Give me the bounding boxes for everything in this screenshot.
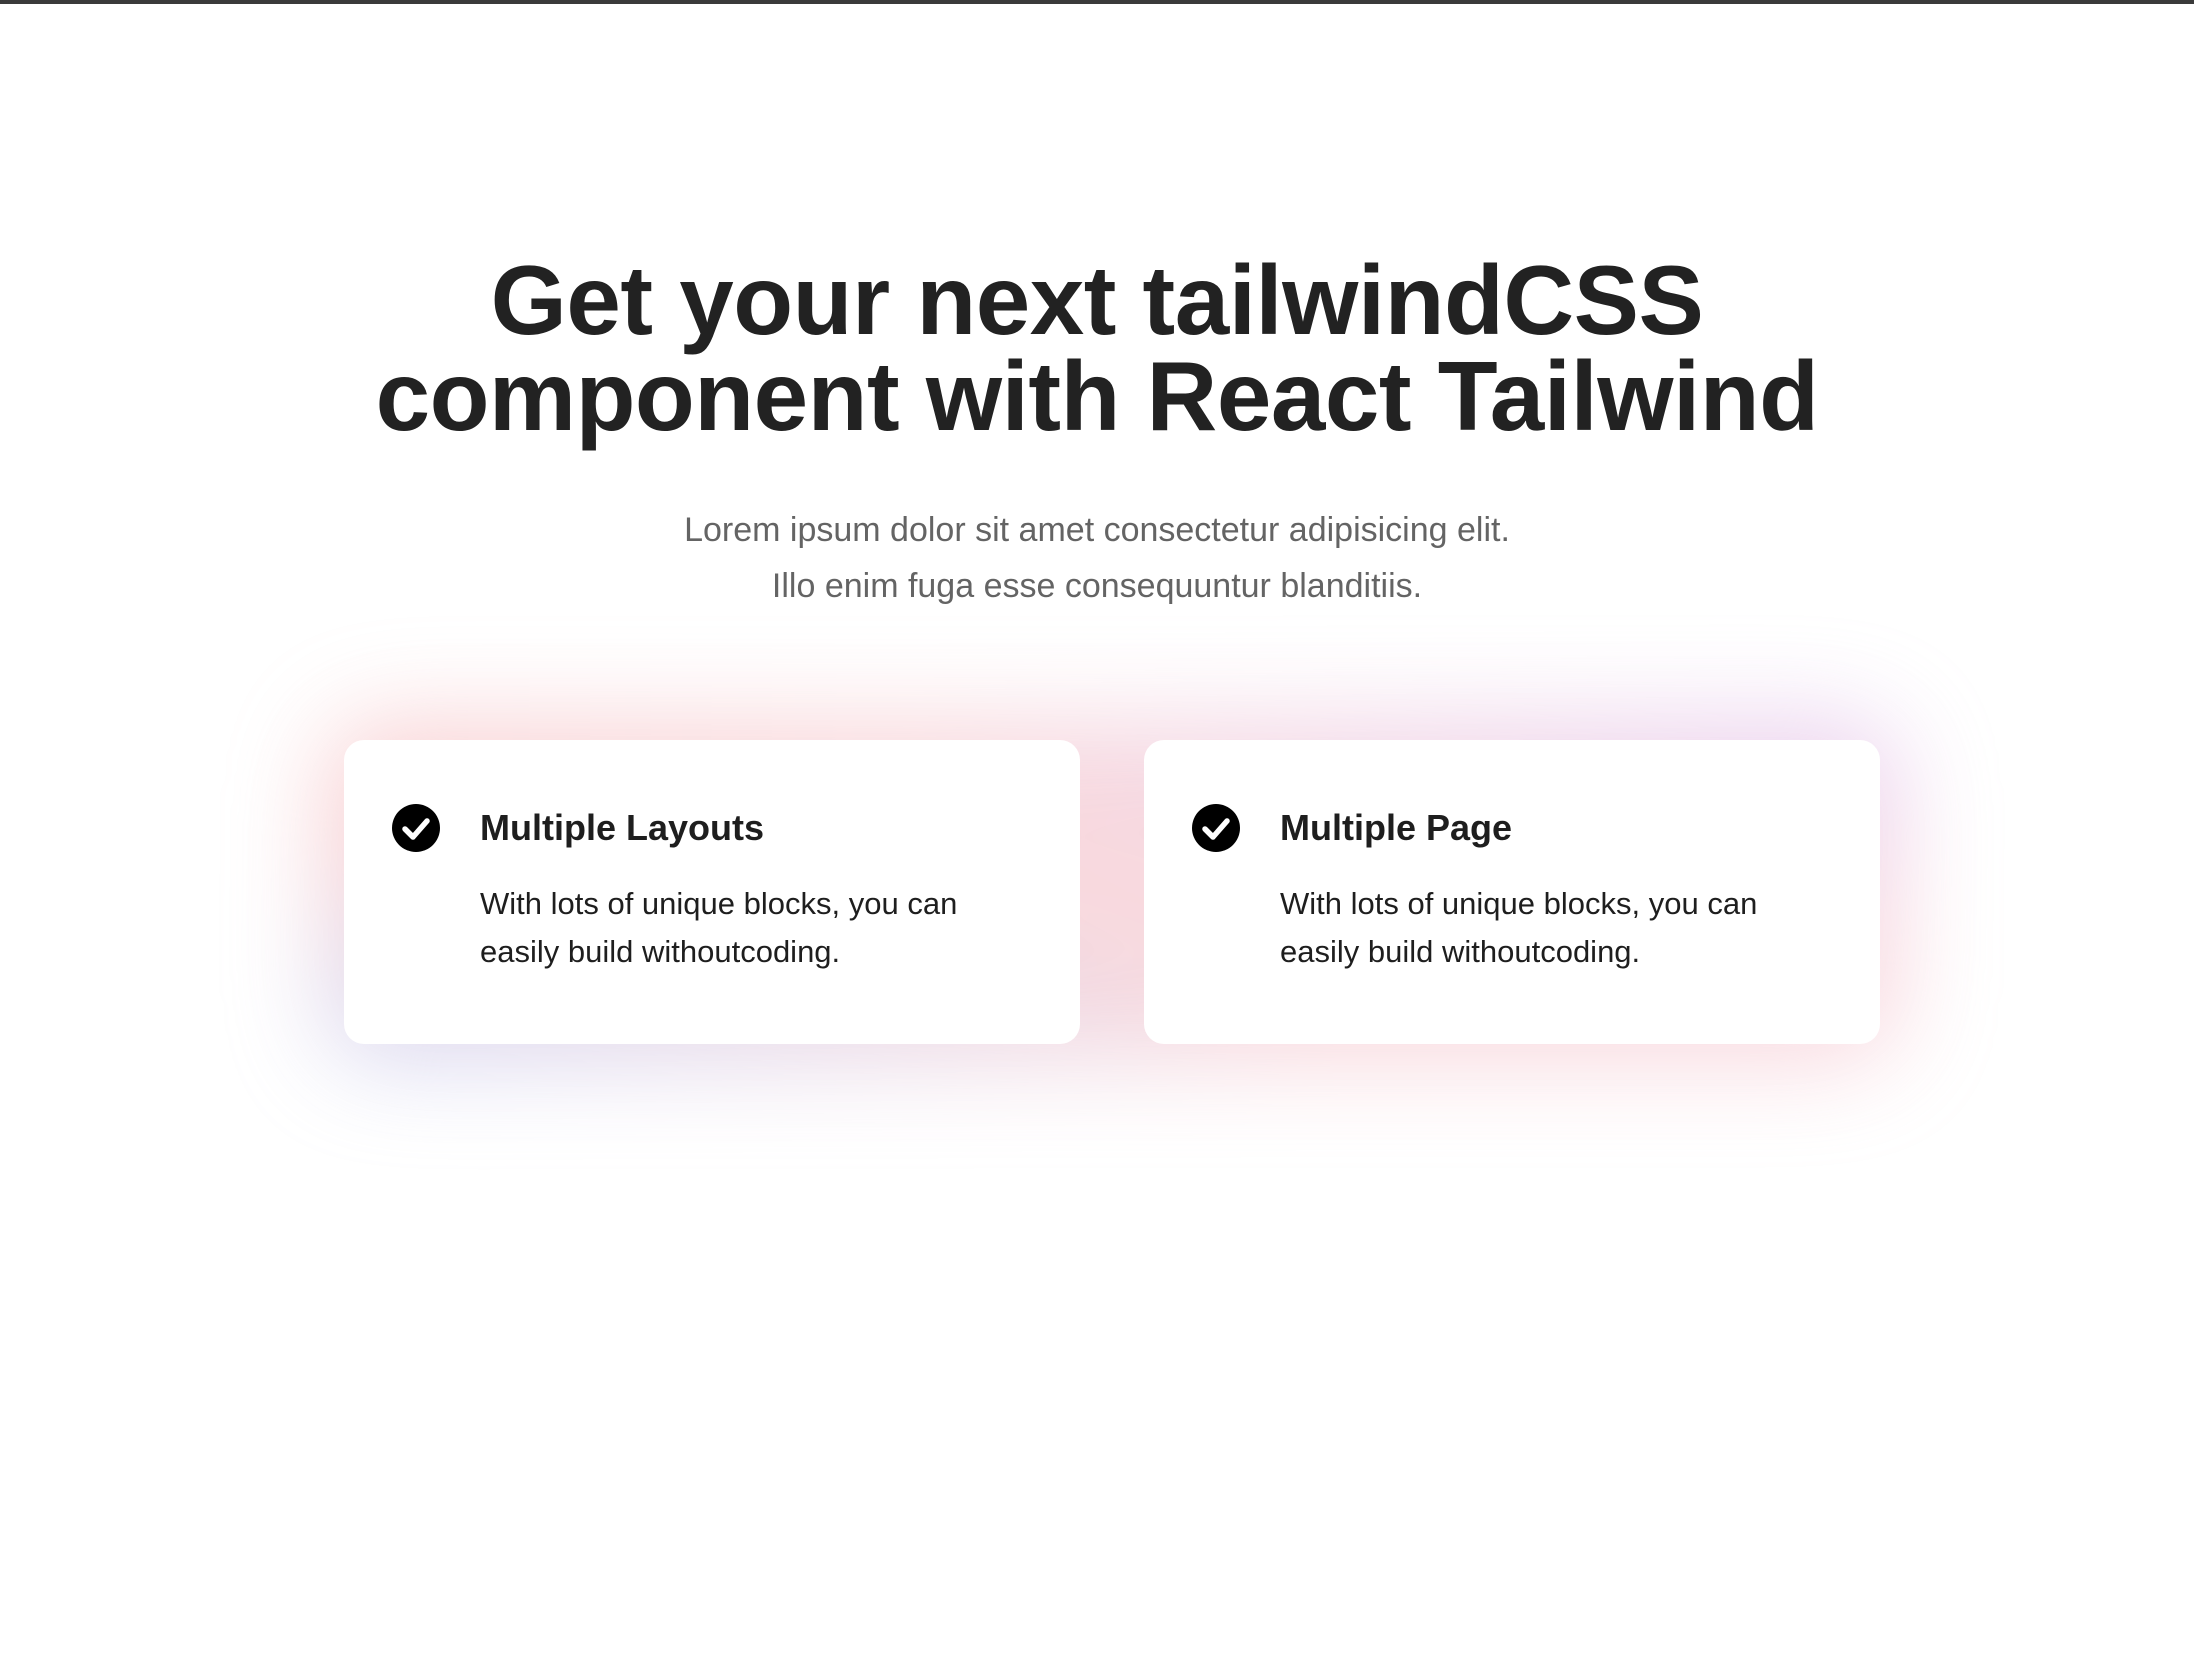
check-circle-icon [392, 804, 440, 852]
hero-subtitle-line-2: Illo enim fuga esse consequuntur blandit… [771, 567, 1423, 605]
feature-card-multiple-page: Multiple Page With lots of unique blocks… [1144, 740, 1880, 1044]
feature-description: With lots of unique blocks, you can easi… [480, 886, 958, 969]
feature-title: Multiple Page [1280, 807, 1513, 848]
features-section: Multiple Layouts With lots of unique blo… [324, 720, 1900, 1064]
hero-subtitle-line-1: Lorem ipsum dolor sit amet consectetur a… [684, 511, 1510, 549]
hero-title-line-2: component with React Tailwind [375, 341, 1819, 451]
feature-card-multiple-layouts: Multiple Layouts With lots of unique blo… [344, 740, 1080, 1044]
hero-title-line-1: Get your next tailwindCSS [490, 245, 1704, 355]
hero-subtitle: Lorem ipsum dolor sit amet consectetur a… [0, 502, 2194, 614]
check-circle-icon [1192, 804, 1240, 852]
page: Get your next tailwindCSS component with… [0, 0, 2194, 1678]
hero-title: Get your next tailwindCSS component with… [0, 245, 2194, 451]
feature-title: Multiple Layouts [480, 807, 765, 848]
feature-description: With lots of unique blocks, you can easi… [1280, 886, 1758, 969]
